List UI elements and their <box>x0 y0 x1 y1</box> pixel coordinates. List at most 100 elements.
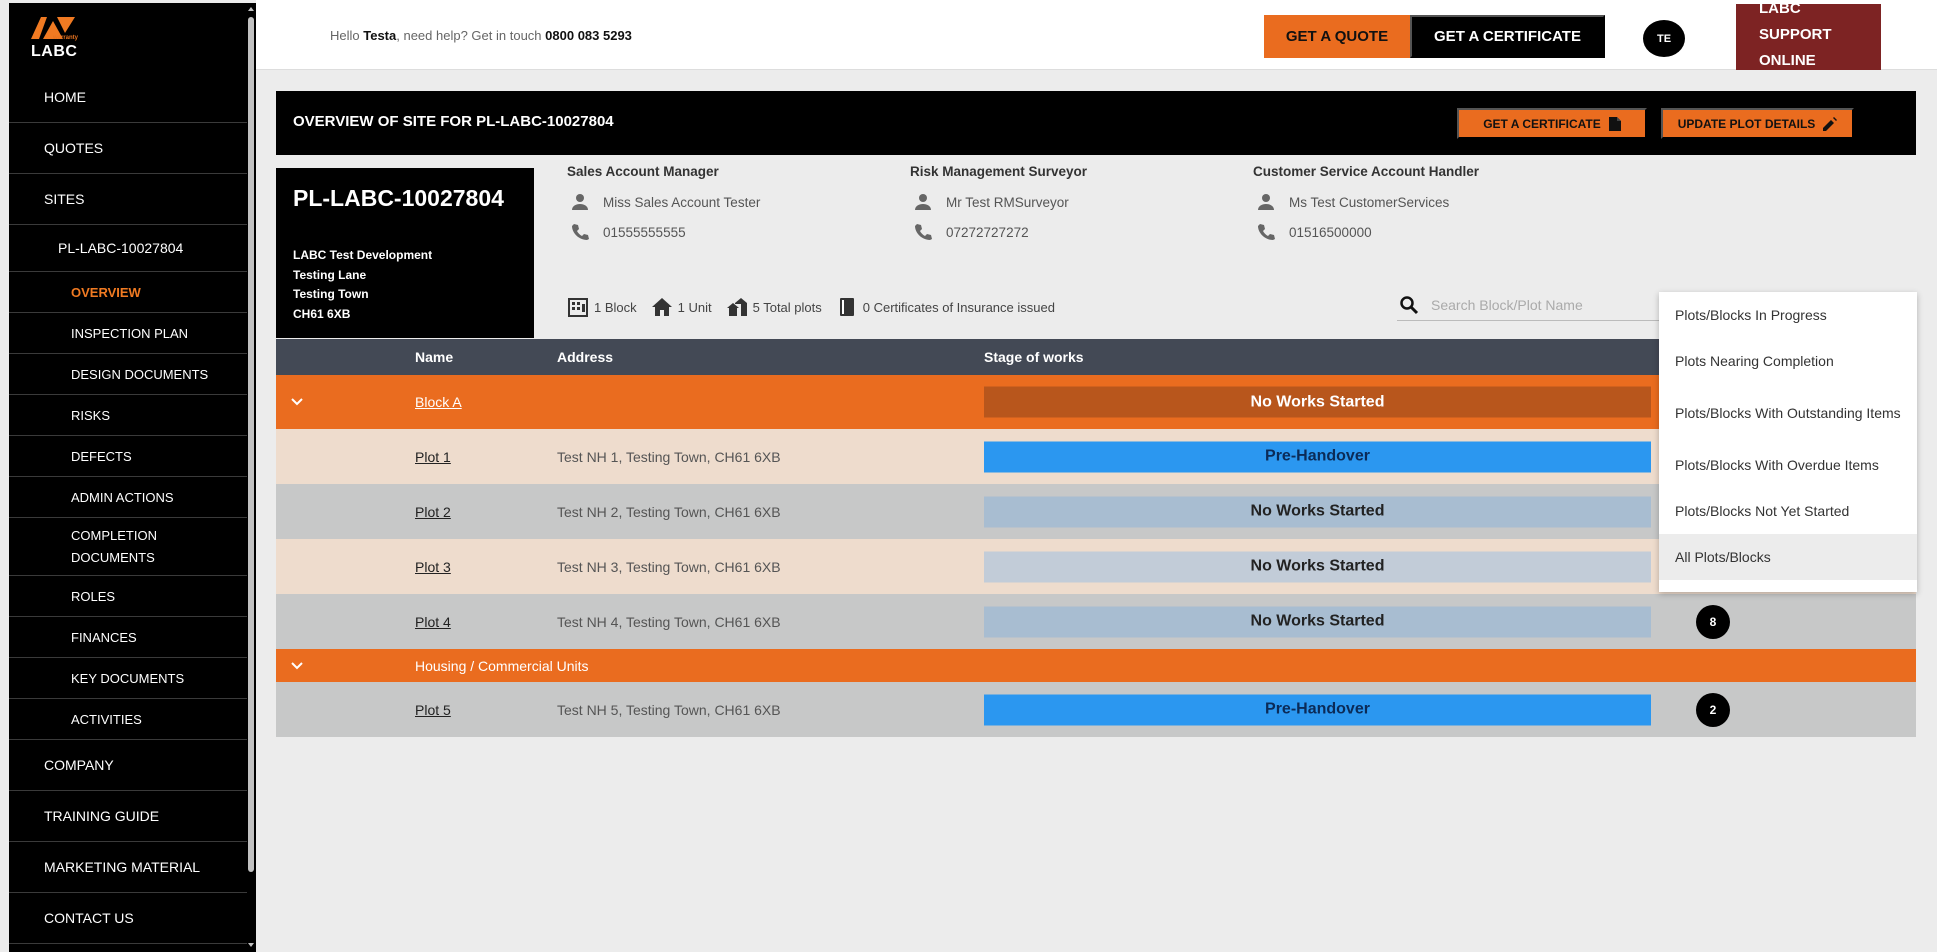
contact-phone[interactable]: 07272727272 <box>946 225 1029 240</box>
labc-logo[interactable]: warranty LABC <box>29 13 89 61</box>
table-row[interactable]: Plot 5 Test NH 5, Testing Town, CH61 6XB… <box>276 682 1916 737</box>
plot-name-link[interactable]: Plot 3 <box>415 559 451 575</box>
address-line: Testing Town <box>293 287 369 301</box>
sidebar-item-design-documents[interactable]: DESIGN DOCUMENTS <box>9 354 247 395</box>
site-overview-bar: OVERVIEW OF SITE FOR PL-LABC-10027804 GE… <box>276 91 1916 155</box>
stat-blocks-label: 1 Block <box>594 299 637 315</box>
scroll-up-icon[interactable] <box>248 7 254 11</box>
search-box <box>1397 290 1677 321</box>
search-input[interactable] <box>1431 297 1661 313</box>
contact-risk-management-surveyor: Risk Management Surveyor Mr Test RMSurve… <box>910 164 1087 247</box>
chevron-down-icon[interactable] <box>290 659 304 673</box>
address-line: Testing Lane <box>293 267 367 282</box>
sidebar-item-company[interactable]: COMPANY <box>9 740 247 791</box>
column-header-name[interactable]: Name <box>415 349 453 365</box>
person-icon <box>572 194 588 210</box>
sidebar-item-finances[interactable]: FINANCES <box>9 617 247 658</box>
sidebar-item-defects[interactable]: DEFECTS <box>9 436 247 477</box>
filter-option-all[interactable]: All Plots/Blocks <box>1659 534 1917 580</box>
avatar[interactable]: TE <box>1643 20 1685 57</box>
contact-role: Risk Management Surveyor <box>910 164 1088 179</box>
column-header-stage[interactable]: Stage of works <box>984 349 1084 365</box>
site-stats: 1 Block 1 Unit 5 Total plots 0 Certifica… <box>567 296 1069 318</box>
plot-name-link[interactable]: Plot 2 <box>415 504 451 520</box>
filter-option-outstanding-items[interactable]: Plots/Blocks With Outstanding Items <box>1659 384 1917 442</box>
stage-badge: Pre-Handover <box>984 441 1651 472</box>
search-icon <box>1400 296 1419 315</box>
top-header: Hello Testa, need help? Get in touch 080… <box>256 0 1937 70</box>
support-online-button[interactable]: LABC SUPPORT ONLINE <box>1736 4 1881 70</box>
help-phone[interactable]: 0800 083 5293 <box>545 28 632 43</box>
sidebar-item-roles[interactable]: ROLES <box>9 576 247 617</box>
contact-sales-account-manager: Sales Account Manager Miss Sales Account… <box>567 164 760 247</box>
sidebar-item-completion-documents[interactable]: COMPLETION DOCUMENTS <box>9 518 247 576</box>
sidebar-item-sites[interactable]: SITES <box>9 174 247 225</box>
get-certificate-button[interactable]: GET A CERTIFICATE <box>1457 108 1647 139</box>
contact-phone[interactable]: 01516500000 <box>1289 225 1372 240</box>
sidebar-item-key-documents[interactable]: KEY DOCUMENTS <box>9 658 247 699</box>
plot-name-link[interactable]: Plot 5 <box>415 702 451 718</box>
contact-phone-row: 01555555555 <box>567 217 760 247</box>
update-plot-details-button[interactable]: UPDATE PLOT DETAILS <box>1661 108 1854 139</box>
stat-certificates: 0 Certificates of Insurance issued <box>836 296 1055 318</box>
get-quote-button[interactable]: GET A QUOTE <box>1264 15 1410 58</box>
sidebar-item-admin-actions[interactable]: ADMIN ACTIONS <box>9 477 247 518</box>
filter-option-overdue-items[interactable]: Plots/Blocks With Overdue Items <box>1659 442 1917 488</box>
support-line-3: ONLINE <box>1759 52 1816 69</box>
sidebar-item-label: DOCUMENTS <box>71 549 155 565</box>
filter-option-in-progress[interactable]: Plots/Blocks In Progress <box>1659 292 1917 338</box>
user-name: Testa <box>363 28 397 43</box>
sidebar-item-activities[interactable]: ACTIVITIES <box>9 699 247 740</box>
stat-certificates-label: 0 Certificates of Insurance issued <box>862 299 1055 315</box>
outstanding-count-badge[interactable]: 8 <box>1696 604 1730 639</box>
contact-name: Miss Sales Account Tester <box>603 194 761 210</box>
book-icon <box>839 298 854 316</box>
table-row[interactable]: Plot 4 Test NH 4, Testing Town, CH61 6XB… <box>276 594 1916 649</box>
sidebar-nav: HOME QUOTES SITES PL-LABC-10027804 OVERV… <box>9 72 247 944</box>
contact-phone-row: 01516500000 <box>1253 217 1479 247</box>
plot-address: Test NH 3, Testing Town, CH61 6XB <box>557 558 781 575</box>
sidebar-item-marketing-material[interactable]: MARKETING MATERIAL <box>9 842 247 893</box>
filter-option-nearing-completion[interactable]: Plots Nearing Completion <box>1659 338 1917 384</box>
column-header-address[interactable]: Address <box>557 349 613 365</box>
sidebar: warranty LABC HOME QUOTES SITES PL-LABC-… <box>9 3 256 952</box>
scrollbar-thumb[interactable] <box>248 17 254 872</box>
sidebar-item-risks[interactable]: RISKS <box>9 395 247 436</box>
sidebar-item-training-guide[interactable]: TRAINING GUIDE <box>9 791 247 842</box>
stage-badge: No Works Started <box>984 386 1651 418</box>
greeting-prefix: Hello <box>330 28 360 43</box>
plot-name-link[interactable]: Plot 1 <box>415 449 451 465</box>
sidebar-item-overview[interactable]: OVERVIEW <box>9 272 247 313</box>
logo-sub: warranty <box>53 35 79 41</box>
sidebar-item-home[interactable]: HOME <box>9 72 247 123</box>
site-card: PL-LABC-10027804 LABC Test Development T… <box>276 168 534 338</box>
filter-option-not-yet-started[interactable]: Plots/Blocks Not Yet Started <box>1659 488 1917 534</box>
outstanding-count-badge[interactable]: 2 <box>1696 692 1730 727</box>
support-line-1: LABC <box>1759 4 1801 17</box>
plot-name-link[interactable]: Plot 4 <box>415 614 451 630</box>
sidebar-scrollbar[interactable] <box>248 7 254 947</box>
scroll-down-icon[interactable] <box>248 943 254 947</box>
chevron-down-icon[interactable] <box>290 395 304 409</box>
person-icon <box>915 194 931 210</box>
sidebar-item-site-ref[interactable]: PL-LABC-10027804 <box>9 225 247 272</box>
block-name-link[interactable]: Block A <box>415 394 462 410</box>
houses-icon <box>726 298 747 316</box>
site-ref: PL-LABC-10027804 <box>293 185 504 211</box>
table-row-block-housing[interactable]: Housing / Commercial Units <box>276 649 1916 682</box>
page-title: OVERVIEW OF SITE FOR PL-LABC-10027804 <box>293 113 614 130</box>
stage-badge: Pre-Handover <box>984 694 1651 725</box>
get-certificate-header-button[interactable]: GET A CERTIFICATE <box>1410 15 1605 58</box>
contact-phone[interactable]: 01555555555 <box>603 225 686 240</box>
sidebar-item-inspection-plan[interactable]: INSPECTION PLAN <box>9 313 247 354</box>
sidebar-item-contact-us[interactable]: CONTACT US <box>9 893 247 944</box>
help-text: , need help? Get in touch <box>396 28 542 43</box>
plot-filter-dropdown: Plots/Blocks In Progress Plots Nearing C… <box>1659 292 1917 592</box>
greeting: Hello Testa, need help? Get in touch 080… <box>330 28 632 43</box>
document-icon <box>1608 116 1621 131</box>
stat-blocks: 1 Block <box>567 296 637 318</box>
logo-text: LABC <box>31 43 78 60</box>
house-icon <box>651 298 672 316</box>
contact-role: Customer Service Account Handler <box>1253 164 1480 179</box>
sidebar-item-quotes[interactable]: QUOTES <box>9 123 247 174</box>
